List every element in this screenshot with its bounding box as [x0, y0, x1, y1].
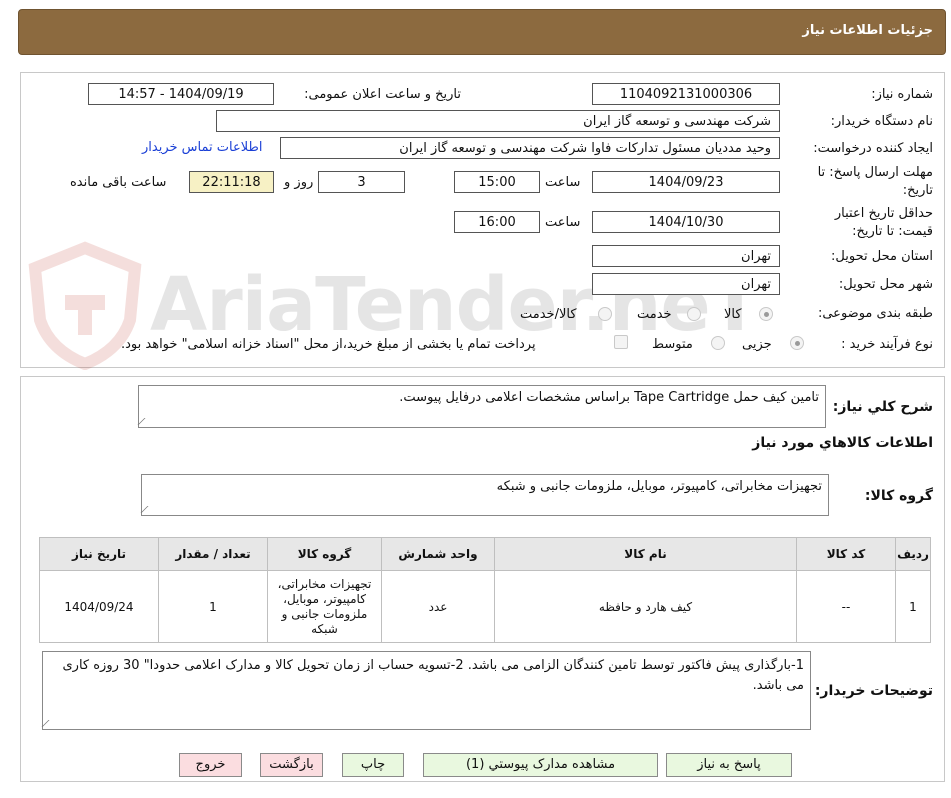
exit-button[interactable]: خروج: [179, 753, 242, 777]
category-goods-service-label: کالا/خدمت: [520, 307, 577, 322]
city-field: تهران: [592, 273, 780, 295]
resize-grip-icon: [140, 506, 156, 513]
process-medium-label: متوسط: [652, 337, 693, 352]
process-minor-label: جزیی: [742, 337, 772, 352]
validity-time-label: ساعت: [545, 215, 581, 230]
deadline-label-line1: مهلت ارسال پاسخ: تا: [817, 165, 933, 180]
col-group: گروه کالا: [267, 537, 382, 571]
cell-group: تجهیزات مخابراتی، کامپیوتر، موبایل، ملزو…: [267, 570, 382, 643]
payment-note: پرداخت تمام یا بخشی از مبلغ خرید،از محل …: [121, 337, 536, 352]
buyer-notes-textarea[interactable]: 1-بارگذاری پیش فاکتور توسط تامین کنندگان…: [41, 651, 811, 730]
category-goods-service-radio[interactable]: [598, 307, 612, 321]
province-field: تهران: [592, 245, 780, 267]
category-service-radio[interactable]: [687, 307, 701, 321]
col-name: نام کالا: [494, 537, 797, 571]
cell-qty: 1: [158, 570, 268, 643]
city-label: شهر محل تحویل:: [838, 277, 933, 292]
process-label: نوع فرآیند خرید :: [841, 337, 933, 352]
table-row: 1 -- کیف هارد و حافظه عدد تجهیزات مخابرا…: [39, 570, 931, 643]
need-number-label: شماره نیاز:: [871, 87, 933, 102]
table-header-row: ردیف کد کالا نام کالا واحد شمارش گروه کا…: [39, 537, 931, 571]
description-text: تامین کیف حمل Tape Cartridge براساس مشخص…: [399, 390, 819, 405]
validity-time-field: 16:00: [454, 211, 540, 233]
buyer-notes-text: 1-بارگذاری پیش فاکتور توسط تامین کنندگان…: [62, 658, 805, 693]
col-qty: تعداد / مقدار: [158, 537, 268, 571]
announce-label: تاریخ و ساعت اعلان عمومی:: [304, 87, 461, 102]
days-label: روز و: [284, 175, 314, 190]
cell-unit: عدد: [381, 570, 495, 643]
description-label: شرح کلي نياز:: [832, 399, 933, 415]
province-label: استان محل تحویل:: [831, 249, 933, 264]
goods-group-textarea[interactable]: تجهیزات مخابراتی، کامپیوتر، موبایل، ملزو…: [140, 474, 829, 516]
description-textarea[interactable]: تامین کیف حمل Tape Cartridge براساس مشخص…: [137, 385, 826, 428]
buyer-contact-link[interactable]: اطلاعات تماس خریدار: [142, 140, 262, 155]
category-goods-label: کالا: [724, 307, 742, 322]
resize-grip-icon: [41, 720, 57, 727]
resize-grip-icon: [137, 418, 153, 425]
category-label: طبقه بندی موضوعی:: [817, 306, 933, 321]
process-minor-radio[interactable]: [790, 336, 804, 350]
treasury-payment-checkbox[interactable]: [614, 335, 628, 349]
need-number-field: 1104092131000306: [592, 83, 780, 105]
view-attachments-button[interactable]: مشاهده مدارک پیوستي (1): [423, 753, 658, 777]
goods-group-text: تجهیزات مخابراتی، کامپیوتر، موبایل، ملزو…: [496, 479, 822, 494]
cell-date: 1404/09/24: [39, 570, 159, 643]
buyer-org-label: نام دستگاه خریدار:: [830, 114, 933, 129]
announce-field: 1404/09/19 - 14:57: [88, 83, 274, 105]
days-field: 3: [318, 171, 405, 193]
cell-row: 1: [895, 570, 931, 643]
col-code: کد کالا: [796, 537, 896, 571]
requester-field: وحید مددیان مسئول تدارکات فاوا شرکت مهند…: [280, 137, 780, 159]
cell-code: --: [796, 570, 896, 643]
buyer-notes-label: توضیحات خریدار:: [814, 683, 933, 699]
category-service-label: خدمت: [637, 307, 672, 322]
deadline-time-field: 15:00: [454, 171, 540, 193]
col-unit: واحد شمارش: [381, 537, 495, 571]
back-button[interactable]: بازگشت: [260, 753, 323, 777]
process-medium-radio[interactable]: [711, 336, 725, 350]
validity-label-line1: حداقل تاریخ اعتبار: [834, 206, 933, 221]
deadline-date-field: 1404/09/23: [592, 171, 780, 193]
print-button[interactable]: چاپ: [342, 753, 404, 777]
deadline-time-label: ساعت: [545, 175, 581, 190]
category-goods-radio[interactable]: [759, 307, 773, 321]
validity-label-line2: قیمت: تا تاریخ:: [852, 224, 933, 239]
goods-group-label: گروه کالا:: [864, 488, 933, 504]
goods-section-title: اطلاعات کالاهاي مورد نياز: [752, 435, 933, 451]
requester-label: ایجاد کننده درخواست:: [813, 141, 933, 156]
remaining-time-field: 22:11:18: [189, 171, 274, 193]
page-title: جزئیات اطلاعات نیاز: [802, 23, 933, 38]
page-header: جزئیات اطلاعات نیاز: [18, 9, 946, 55]
col-date: تاریخ نیاز: [39, 537, 159, 571]
reply-button[interactable]: پاسخ به نیاز: [666, 753, 792, 777]
buyer-org-field: شرکت مهندسی و توسعه گاز ایران: [216, 110, 780, 132]
deadline-label-line2: تاریخ:: [902, 183, 933, 198]
validity-date-field: 1404/10/30: [592, 211, 780, 233]
cell-name: کیف هارد و حافظه: [494, 570, 797, 643]
remaining-label: ساعت باقی مانده: [70, 175, 167, 190]
items-table: ردیف کد کالا نام کالا واحد شمارش گروه کا…: [39, 537, 931, 643]
col-row: ردیف: [895, 537, 931, 571]
